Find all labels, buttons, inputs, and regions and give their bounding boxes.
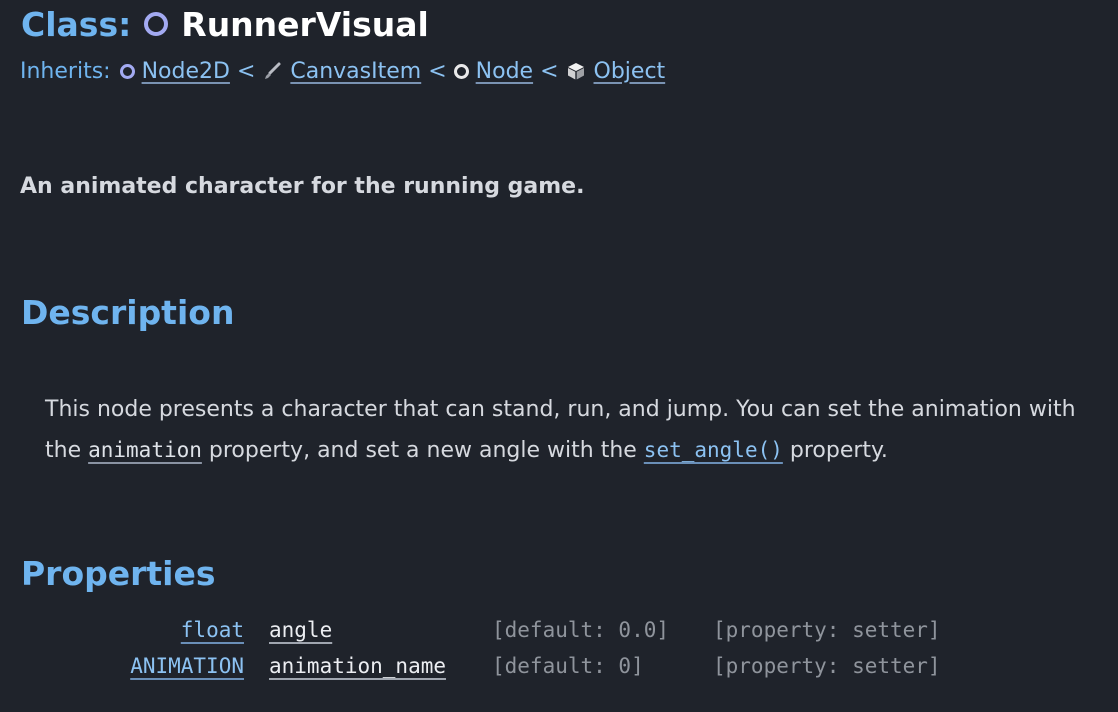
inherits-separator: < <box>236 58 256 84</box>
inherits-link-node2d[interactable]: Node2D <box>142 59 230 84</box>
property-setter: [property: setter] <box>713 654 941 678</box>
property-name-link[interactable]: angle <box>269 615 332 645</box>
inherits-separator: < <box>428 58 447 84</box>
property-row: float angle [default: 0.0] [property: se… <box>0 615 1118 645</box>
animation-property-link[interactable]: animation <box>88 438 202 462</box>
class-name: RunnerVisual <box>181 4 429 44</box>
description-text: This node presents a character that can … <box>45 390 1105 471</box>
property-row: ANIMATION animation_name [default: 0] [p… <box>0 651 1118 681</box>
inherits-breadcrumb: Inherits: Node2D < CanvasItem < Node < O… <box>20 56 665 86</box>
inherits-label: Inherits: <box>20 58 111 84</box>
node2d-ring-icon <box>144 12 169 36</box>
property-default: [default: 0] <box>492 654 644 678</box>
properties-heading: Properties <box>21 554 216 593</box>
brief-description: An animated character for the running ga… <box>20 174 585 199</box>
property-type-link[interactable]: ANIMATION <box>130 651 244 681</box>
description-text-part: property. <box>782 438 888 463</box>
cube-icon <box>566 61 586 81</box>
description-heading: Description <box>21 293 235 332</box>
set-angle-method-link[interactable]: set_angle() <box>644 438 783 462</box>
class-label: Class: <box>21 4 132 44</box>
property-default: [default: 0.0] <box>492 618 670 642</box>
property-setter: [property: setter] <box>713 618 941 642</box>
description-text-part: property, and set a new angle with the <box>201 438 644 463</box>
node-ring-icon <box>453 63 469 79</box>
inherits-separator: < <box>540 58 559 84</box>
node2d-ring-icon <box>119 63 135 79</box>
inherits-link-object[interactable]: Object <box>594 59 666 84</box>
property-name-link[interactable]: animation_name <box>269 651 446 681</box>
inherits-link-node[interactable]: Node <box>476 59 533 84</box>
inherits-link-canvasitem[interactable]: CanvasItem <box>290 59 421 84</box>
brush-icon <box>262 61 282 81</box>
class-title: Class: RunnerVisual <box>21 4 429 44</box>
property-type-link[interactable]: float <box>181 615 244 645</box>
